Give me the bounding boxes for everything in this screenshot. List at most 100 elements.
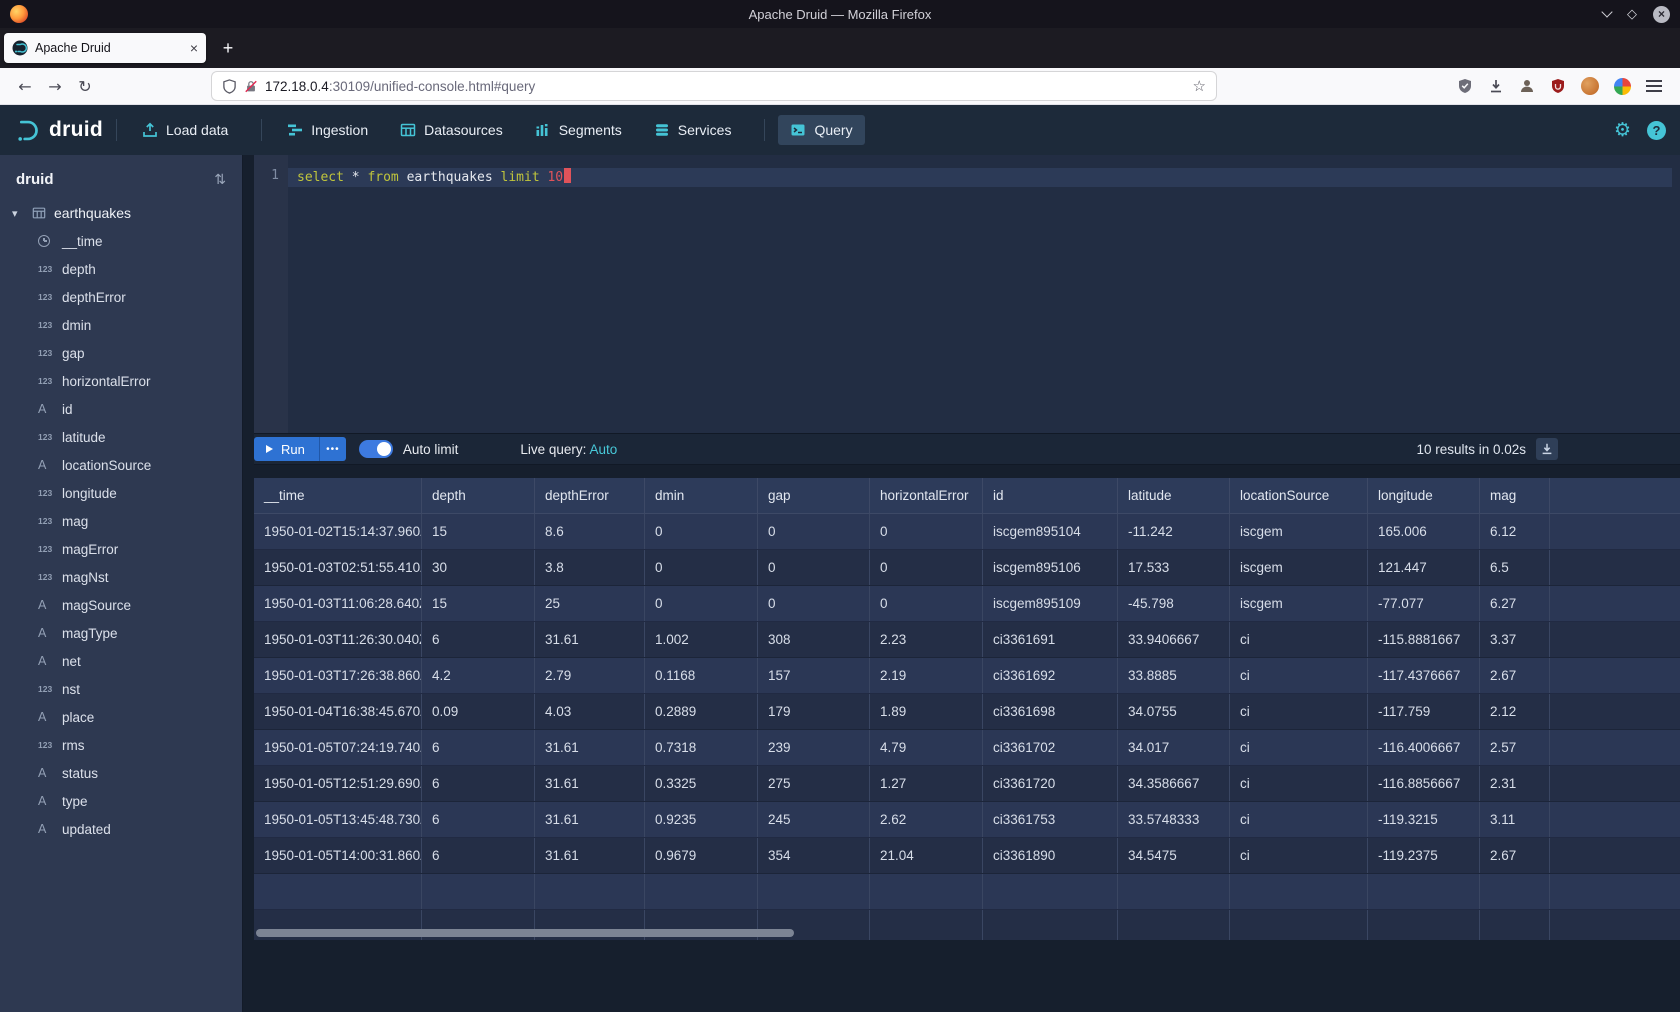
- table-cell[interactable]: 1950-01-02T15:14:37.960Z: [254, 514, 422, 549]
- column-header-longitude[interactable]: longitude: [1368, 478, 1480, 513]
- table-row[interactable]: 1950-01-05T14:00:31.860Z631.610.96793542…: [254, 838, 1680, 874]
- table-cell[interactable]: 2.19: [870, 658, 983, 693]
- table-cell[interactable]: ci: [1230, 622, 1368, 657]
- table-cell[interactable]: iscgem895106: [983, 550, 1118, 585]
- column-item-horizontalError[interactable]: 123 horizontalError: [0, 367, 242, 395]
- column-item-net[interactable]: A net: [0, 647, 242, 675]
- column-item-updated[interactable]: A updated: [0, 815, 242, 843]
- table-cell[interactable]: 354: [758, 838, 870, 873]
- table-cell[interactable]: 1950-01-03T11:26:30.040Z: [254, 622, 422, 657]
- nav-item-segments[interactable]: Segments: [523, 115, 634, 145]
- minimize-button[interactable]: [1603, 12, 1611, 16]
- column-header-mag[interactable]: mag: [1480, 478, 1550, 513]
- insecure-lock-icon[interactable]: [244, 79, 258, 94]
- column-header-dmin[interactable]: dmin: [645, 478, 758, 513]
- table-cell[interactable]: 4.03: [535, 694, 645, 729]
- nav-item-services[interactable]: Services: [642, 115, 744, 145]
- maximize-button[interactable]: ◇: [1627, 7, 1637, 22]
- table-cell[interactable]: 1.27: [870, 766, 983, 801]
- table-cell[interactable]: 0.2889: [645, 694, 758, 729]
- table-cell[interactable]: 2.23: [870, 622, 983, 657]
- help-icon[interactable]: ?: [1647, 121, 1666, 140]
- query-editor[interactable]: 1 select * from earthquakes limit 10: [254, 155, 1680, 433]
- table-cell[interactable]: 0.7318: [645, 730, 758, 765]
- column-item-depthError[interactable]: 123 depthError: [0, 283, 242, 311]
- run-more-button[interactable]: •••: [319, 437, 346, 461]
- table-cell[interactable]: iscgem: [1230, 586, 1368, 621]
- url-text[interactable]: 172.18.0.4:30109/unified-console.html#qu…: [265, 79, 1186, 94]
- table-cell[interactable]: -116.8856667: [1368, 766, 1480, 801]
- table-row[interactable]: 1950-01-05T12:51:29.690Z631.610.33252751…: [254, 766, 1680, 802]
- table-cell[interactable]: 6.12: [1480, 514, 1550, 549]
- table-cell[interactable]: 15: [422, 514, 535, 549]
- column-header-locationSource[interactable]: locationSource: [1230, 478, 1368, 513]
- druid-brand[interactable]: druid: [14, 117, 103, 144]
- table-cell[interactable]: 3.8: [535, 550, 645, 585]
- table-cell[interactable]: 31.61: [535, 802, 645, 837]
- column-item-id[interactable]: A id: [0, 395, 242, 423]
- table-cell[interactable]: 1950-01-03T11:06:28.640Z: [254, 586, 422, 621]
- auto-limit-toggle[interactable]: [359, 440, 393, 458]
- table-cell[interactable]: 3.11: [1480, 802, 1550, 837]
- table-cell[interactable]: ci3361692: [983, 658, 1118, 693]
- table-cell[interactable]: -116.4006667: [1368, 730, 1480, 765]
- table-cell[interactable]: 0.3325: [645, 766, 758, 801]
- table-cell[interactable]: 0.9235: [645, 802, 758, 837]
- table-cell[interactable]: 6: [422, 730, 535, 765]
- column-item-place[interactable]: A place: [0, 703, 242, 731]
- table-cell[interactable]: -117.759: [1368, 694, 1480, 729]
- column-header-id[interactable]: id: [983, 478, 1118, 513]
- table-cell[interactable]: 2.67: [1480, 838, 1550, 873]
- browser-tab[interactable]: Apache Druid ×: [4, 33, 206, 63]
- menu-icon[interactable]: [1646, 80, 1662, 82]
- table-cell[interactable]: 34.017: [1118, 730, 1230, 765]
- table-cell[interactable]: 30: [422, 550, 535, 585]
- sort-columns-icon[interactable]: ⇅: [214, 172, 226, 188]
- table-row[interactable]: 1950-01-02T15:14:37.960Z158.6000iscgem89…: [254, 514, 1680, 550]
- table-cell[interactable]: 6: [422, 802, 535, 837]
- table-cell[interactable]: 1.89: [870, 694, 983, 729]
- column-header-latitude[interactable]: latitude: [1118, 478, 1230, 513]
- table-cell[interactable]: 1950-01-05T14:00:31.860Z: [254, 838, 422, 873]
- table-cell[interactable]: 0: [645, 550, 758, 585]
- table-cell[interactable]: 33.5748333: [1118, 802, 1230, 837]
- table-cell[interactable]: 1.002: [645, 622, 758, 657]
- table-row[interactable]: 1950-01-05T13:45:48.730Z631.610.92352452…: [254, 802, 1680, 838]
- table-cell[interactable]: 1950-01-05T12:51:29.690Z: [254, 766, 422, 801]
- table-cell[interactable]: 0.9679: [645, 838, 758, 873]
- table-cell[interactable]: iscgem: [1230, 514, 1368, 549]
- live-query-value[interactable]: Auto: [589, 442, 617, 457]
- horizontal-scrollbar[interactable]: [256, 929, 794, 937]
- table-cell[interactable]: 31.61: [535, 622, 645, 657]
- nav-item-load-data[interactable]: Load data: [130, 115, 240, 145]
- table-cell[interactable]: -119.2375: [1368, 838, 1480, 873]
- table-row[interactable]: 1950-01-03T11:26:30.040Z631.611.0023082.…: [254, 622, 1680, 658]
- table-cell[interactable]: 0: [758, 550, 870, 585]
- column-item-magNst[interactable]: 123 magNst: [0, 563, 242, 591]
- column-item-type[interactable]: A type: [0, 787, 242, 815]
- table-row[interactable]: 1950-01-03T17:26:38.860Z4.22.790.1168157…: [254, 658, 1680, 694]
- column-item-rms[interactable]: 123 rms: [0, 731, 242, 759]
- profile-avatar[interactable]: [1581, 77, 1599, 95]
- table-cell[interactable]: 1950-01-05T07:24:19.740Z: [254, 730, 422, 765]
- table-cell[interactable]: 2.67: [1480, 658, 1550, 693]
- table-cell[interactable]: -45.798: [1118, 586, 1230, 621]
- table-cell[interactable]: -117.4376667: [1368, 658, 1480, 693]
- account-icon[interactable]: [1519, 78, 1535, 94]
- download-results-icon[interactable]: [1536, 438, 1558, 460]
- table-cell[interactable]: 31.61: [535, 838, 645, 873]
- table-cell[interactable]: 6: [422, 622, 535, 657]
- table-cell[interactable]: ci3361720: [983, 766, 1118, 801]
- table-cell[interactable]: 1950-01-04T16:38:45.670Z: [254, 694, 422, 729]
- ublock-origin-icon[interactable]: [1550, 78, 1566, 94]
- table-cell[interactable]: 0: [758, 586, 870, 621]
- table-cell[interactable]: 6: [422, 766, 535, 801]
- table-cell[interactable]: 25: [535, 586, 645, 621]
- tracking-protection-shield-icon[interactable]: [222, 79, 237, 94]
- table-cell[interactable]: ci: [1230, 694, 1368, 729]
- column-item-magType[interactable]: A magType: [0, 619, 242, 647]
- table-cell[interactable]: iscgem: [1230, 550, 1368, 585]
- column-item-magError[interactable]: 123 magError: [0, 535, 242, 563]
- column-header-__time[interactable]: __time: [254, 478, 422, 513]
- table-cell[interactable]: ci3361890: [983, 838, 1118, 873]
